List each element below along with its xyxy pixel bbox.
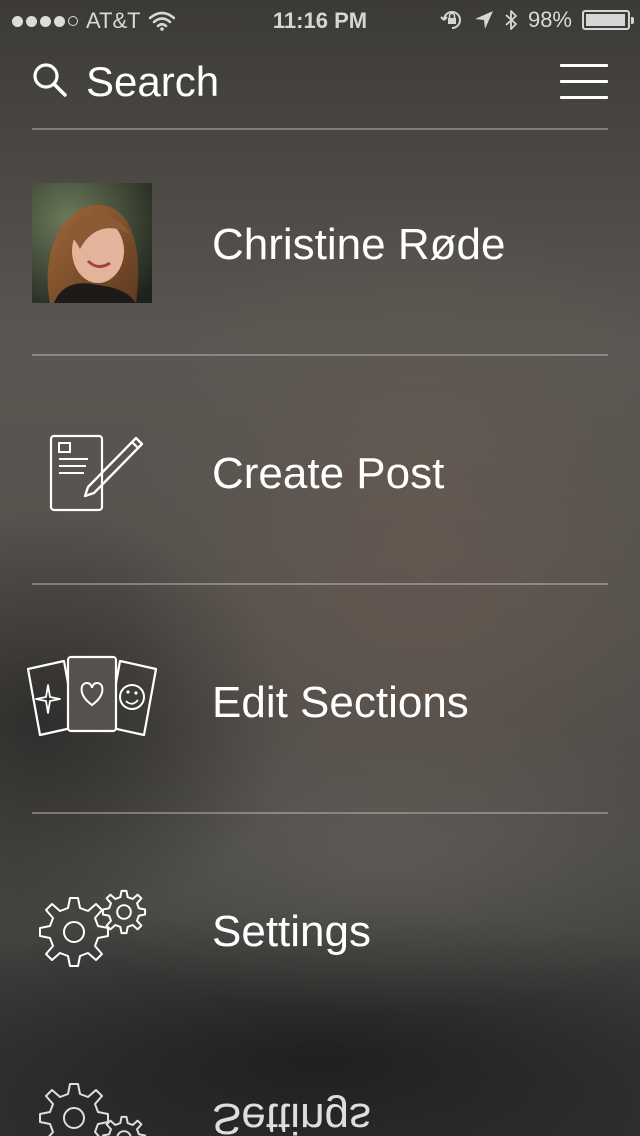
- hamburger-menu-icon: [560, 64, 608, 67]
- menu-item-label: Edit Sections: [212, 678, 469, 727]
- menu-item-settings[interactable]: Settings: [0, 814, 640, 1040]
- menu-item-profile[interactable]: Christine Røde: [0, 128, 640, 354]
- menu-item-label: Christine Røde: [212, 220, 506, 269]
- avatar: [32, 183, 152, 303]
- reflection-label: Settings: [212, 1094, 371, 1136]
- location-arrow-icon: [474, 11, 493, 29]
- menu-item-create-post[interactable]: Create Post: [0, 356, 640, 582]
- search-icon: [33, 63, 67, 97]
- menu-item-label: Settings: [212, 907, 371, 956]
- edit-sections-icon: [26, 655, 158, 737]
- bluetooth-icon: [505, 10, 517, 30]
- settings-reflection: Settings: [0, 1040, 640, 1136]
- hamburger-line: [560, 96, 608, 99]
- menu-button[interactable]: [560, 62, 608, 99]
- create-post-icon: [49, 434, 144, 512]
- battery-fill: [586, 14, 626, 26]
- search-bar[interactable]: Search: [32, 56, 608, 108]
- hamburger-line: [560, 80, 608, 83]
- settings-gears-icon: [39, 1083, 147, 1136]
- avatar-photo: [32, 183, 152, 303]
- battery-icon: [582, 10, 634, 30]
- menu-item-label: Create Post: [212, 449, 445, 498]
- rotation-lock-icon: [440, 11, 461, 29]
- settings-gears-icon: [39, 889, 147, 967]
- search-label: Search: [86, 58, 220, 105]
- menu-item-edit-sections[interactable]: Edit Sections: [0, 585, 640, 811]
- status-right: 98%: [440, 7, 634, 33]
- reflection-content: Settings: [0, 1040, 640, 1136]
- status-bar: AT&T 11:16 PM 98%: [0, 0, 640, 40]
- battery-percent: 98%: [527, 7, 572, 32]
